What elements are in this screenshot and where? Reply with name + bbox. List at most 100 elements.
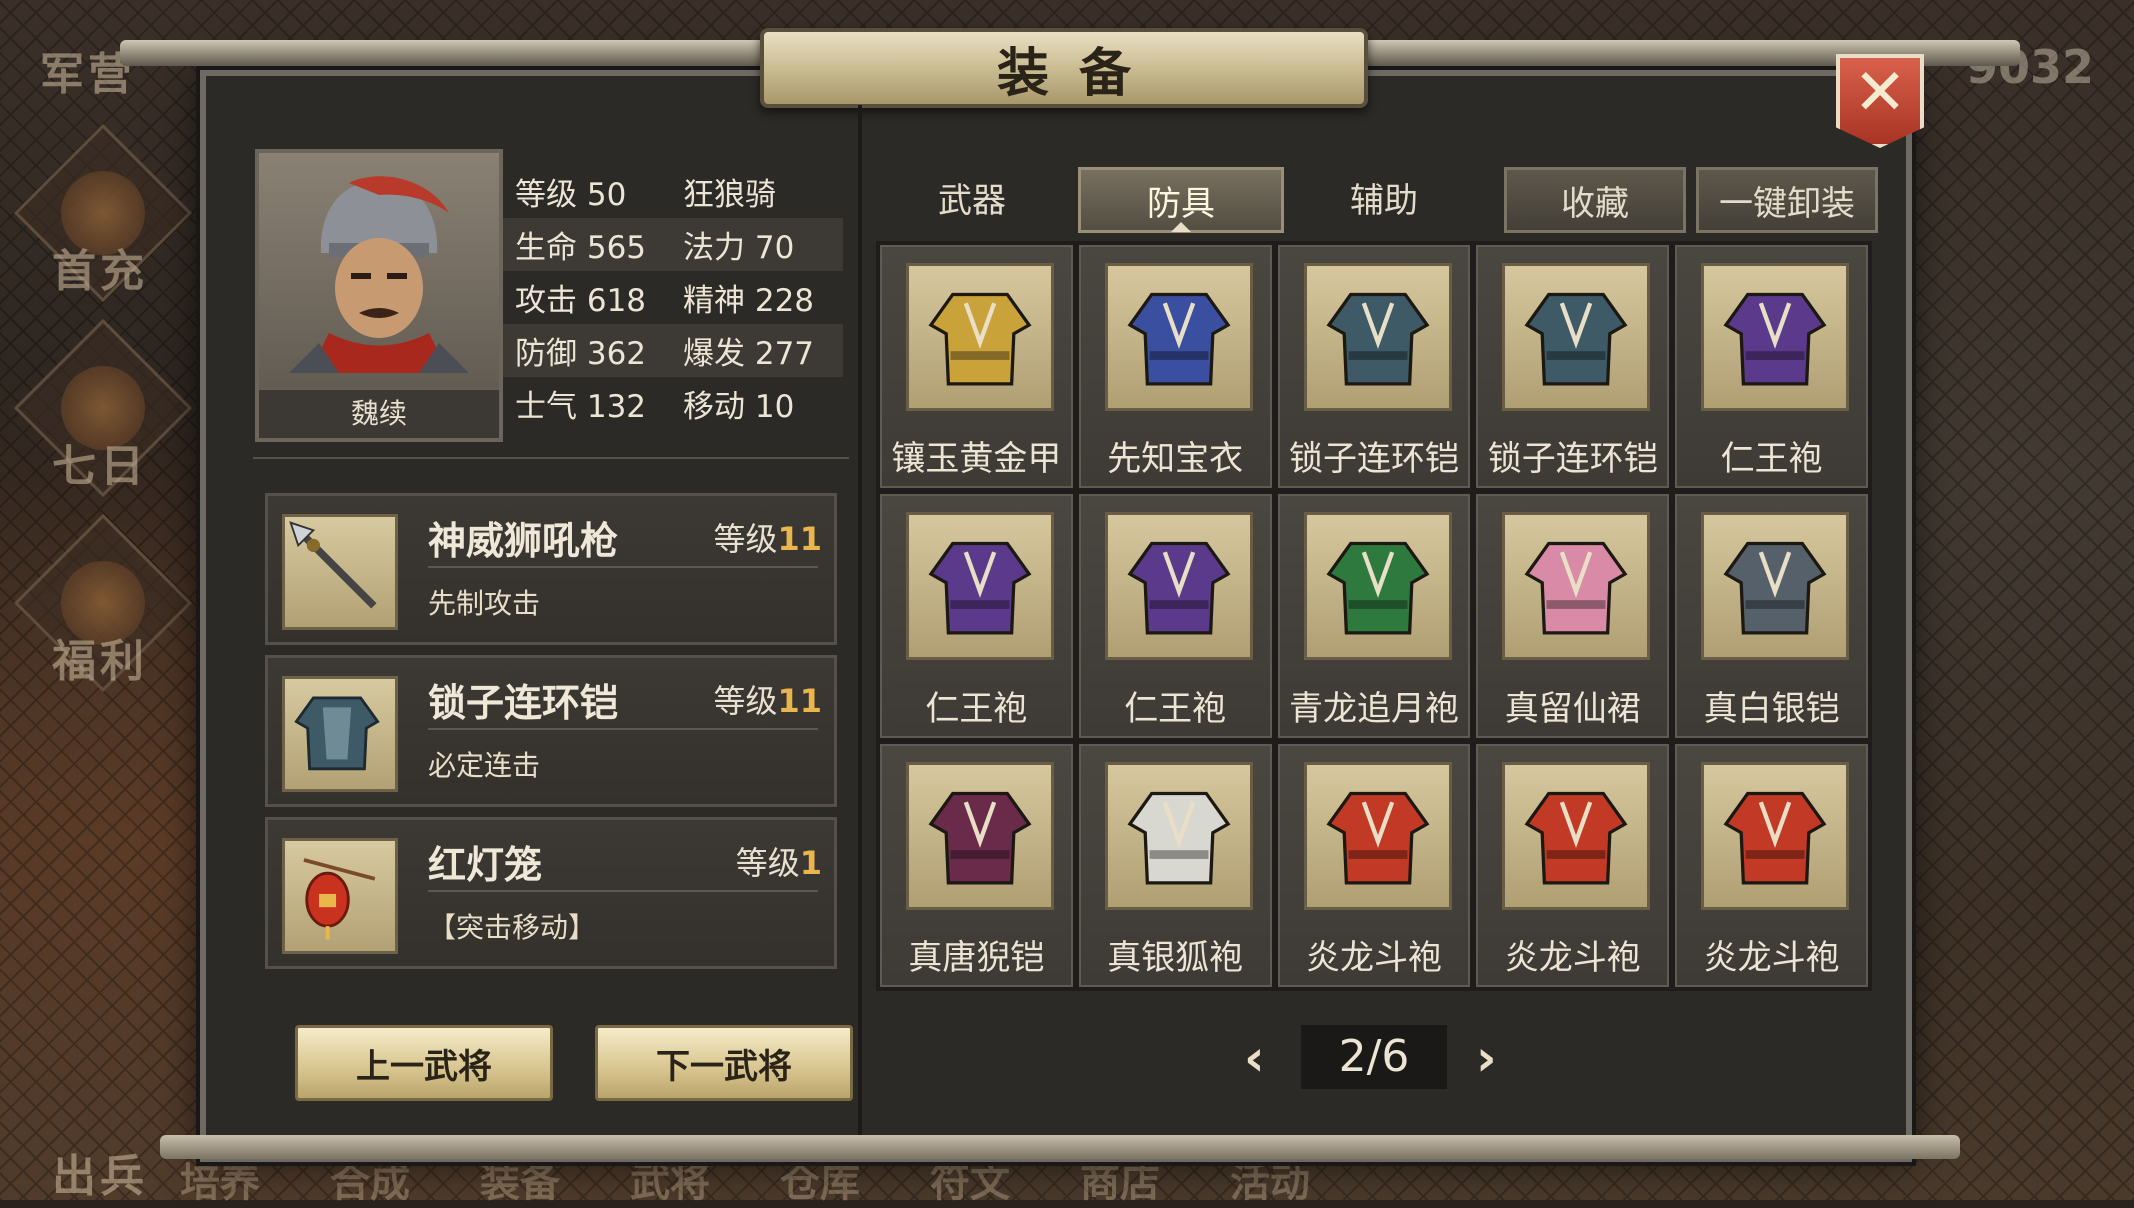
item-name: 青龙追月袍 (1288, 688, 1459, 729)
armor-icon (1303, 263, 1452, 411)
stat-value: 50 (586, 177, 627, 213)
equip-name: 神威狮吼枪 (428, 519, 619, 563)
inventory-item[interactable]: 真唐猊铠 (880, 743, 1073, 987)
inventory-item[interactable]: 仁王袍 (1675, 245, 1868, 489)
stat-row: 生命 565 法力 70 (503, 218, 843, 271)
equipped-armor[interactable]: 锁子连环铠 等级11 必定连击 (265, 655, 837, 807)
item-name: 先知宝衣 (1107, 439, 1244, 480)
panel-vertical-divider (858, 105, 862, 1135)
equip-level: 等级11 (713, 682, 822, 720)
inventory-item[interactable]: 炎龙斗袍 (1476, 743, 1670, 987)
panel-title: 装备 (996, 42, 1161, 104)
item-name: 炎龙斗袍 (1504, 937, 1641, 978)
item-name: 炎龙斗袍 (1305, 937, 1442, 978)
stat-label: 移动 (683, 389, 745, 425)
item-name: 真留仙裙 (1504, 688, 1641, 729)
inventory-grid: 镶玉黄金甲 先知宝衣 锁子连环铠 锁子连环铠 仁王袍 仁王袍 仁王袍 青龙追月袍 真留仙裙 真白银… (876, 241, 1872, 991)
armor-icon (906, 263, 1054, 411)
tab-armor[interactable]: 防具 (1078, 167, 1284, 233)
hero-portrait[interactable]: 魏续 (255, 149, 503, 442)
armor-icon (1502, 512, 1651, 661)
side-menu-seven-day[interactable]: 七日 (52, 430, 148, 494)
side-menu-first-recharge[interactable]: 首充 (52, 235, 148, 299)
armor-icon (1502, 263, 1651, 411)
tab-armor-label: 防具 (1147, 183, 1215, 224)
equip-name: 红灯笼 (428, 843, 543, 887)
spear-icon (282, 514, 398, 630)
inventory-item[interactable]: 真白银铠 (1675, 494, 1868, 738)
pagination: ‹ 2/6 › (868, 1025, 1880, 1089)
item-name: 真银狐袍 (1107, 937, 1244, 978)
equipped-weapon[interactable]: 神威狮吼枪 等级11 先制攻击 (265, 493, 837, 645)
side-menu-deploy[interactable]: 出兵 (52, 1140, 148, 1204)
hero-name: 魏续 (259, 390, 499, 438)
inventory-item[interactable]: 青龙追月袍 (1277, 494, 1471, 738)
panel-bottom-rail (160, 1135, 1960, 1159)
item-name: 仁王袍 (1124, 688, 1227, 729)
inventory-section: 武器 防具 辅助 收藏 一键卸装 镶玉黄金甲 先知宝衣 锁子连环铠 锁子连环铠 仁王袍仁… (868, 105, 1880, 1135)
item-name: 真唐猊铠 (908, 937, 1045, 978)
stat-value: 565 (586, 230, 647, 266)
hero-section: 魏续 等级 50 狂狼骑 生命 565 法力 70 攻击 618 精神 228 … (243, 105, 855, 1135)
prev-page-button[interactable]: ‹ (1244, 1029, 1265, 1087)
item-name: 镶玉黄金甲 (891, 439, 1062, 480)
stat-row: 攻击 618 精神 228 (503, 271, 843, 324)
stat-label: 生命 (515, 230, 577, 266)
stat-label: 等级 (515, 177, 577, 213)
stat-value: 132 (586, 389, 647, 425)
item-name: 锁子连环铠 (1487, 439, 1658, 480)
inventory-item[interactable]: 真留仙裙 (1476, 494, 1670, 738)
page-indicator: 2/6 (1301, 1025, 1447, 1089)
equip-level: 等级1 (735, 844, 822, 882)
inventory-item[interactable]: 炎龙斗袍 (1277, 743, 1471, 987)
tab-collection[interactable]: 收藏 (1504, 167, 1686, 233)
stat-row: 防御 362 爆发 277 (503, 324, 843, 377)
inventory-item[interactable]: 先知宝衣 (1078, 245, 1272, 489)
inventory-item[interactable]: 仁王袍 (880, 494, 1073, 738)
stat-value: 618 (586, 283, 647, 319)
tab-weapon[interactable]: 武器 (882, 167, 1062, 227)
armor-icon (1701, 761, 1850, 910)
armor-icon (906, 761, 1054, 910)
stat-label: 法力 (683, 230, 745, 266)
next-page-button[interactable]: › (1476, 1029, 1497, 1087)
stat-row: 等级 50 狂狼骑 (503, 165, 843, 218)
item-name: 仁王袍 (1720, 439, 1823, 480)
armor-icon (1104, 512, 1253, 661)
stat-value: 70 (754, 230, 795, 266)
inventory-item[interactable]: 真银狐袍 (1078, 743, 1272, 987)
equip-divider (428, 566, 818, 568)
stat-label: 士气 (515, 389, 577, 425)
prev-general-button[interactable]: 上一武将 (295, 1025, 553, 1101)
inventory-item[interactable]: 炎龙斗袍 (1675, 743, 1868, 987)
inventory-item[interactable]: 锁子连环铠 (1277, 245, 1471, 489)
unequip-all-button[interactable]: 一键卸装 (1696, 167, 1878, 233)
armor-icon (1104, 761, 1253, 910)
armor-icon (1502, 761, 1651, 910)
stat-label: 精神 (683, 283, 745, 319)
item-name: 锁子连环铠 (1288, 439, 1459, 480)
equip-divider (428, 890, 818, 892)
active-tab-indicator (1171, 222, 1191, 232)
panel-title-plate: 装备 (760, 28, 1368, 108)
side-menu-welfare[interactable]: 福利 (52, 625, 148, 689)
armor-icon (1303, 512, 1452, 661)
section-divider (253, 457, 849, 459)
armor-icon (1701, 512, 1850, 661)
equip-skill: 先制攻击 (428, 587, 541, 620)
lantern-icon (282, 838, 398, 954)
stat-label: 防御 (515, 336, 577, 372)
tab-accessory[interactable]: 辅助 (1294, 167, 1474, 227)
equip-divider (428, 728, 818, 730)
hero-stats: 等级 50 狂狼骑 生命 565 法力 70 攻击 618 精神 228 防御 … (503, 165, 843, 430)
inventory-item[interactable]: 镶玉黄金甲 (880, 245, 1073, 489)
item-name: 炎龙斗袍 (1703, 937, 1840, 978)
equipped-accessory[interactable]: 红灯笼 等级1 【突击移动】 (265, 817, 837, 969)
inventory-item[interactable]: 锁子连环铠 (1476, 245, 1670, 489)
inventory-item[interactable]: 仁王袍 (1078, 494, 1272, 738)
armor-icon (282, 676, 398, 792)
next-general-button[interactable]: 下一武将 (595, 1025, 853, 1101)
warrior-portrait-icon (289, 176, 469, 373)
stat-row: 士气 132 移动 10 (503, 377, 843, 430)
stat-value: 362 (586, 336, 647, 372)
